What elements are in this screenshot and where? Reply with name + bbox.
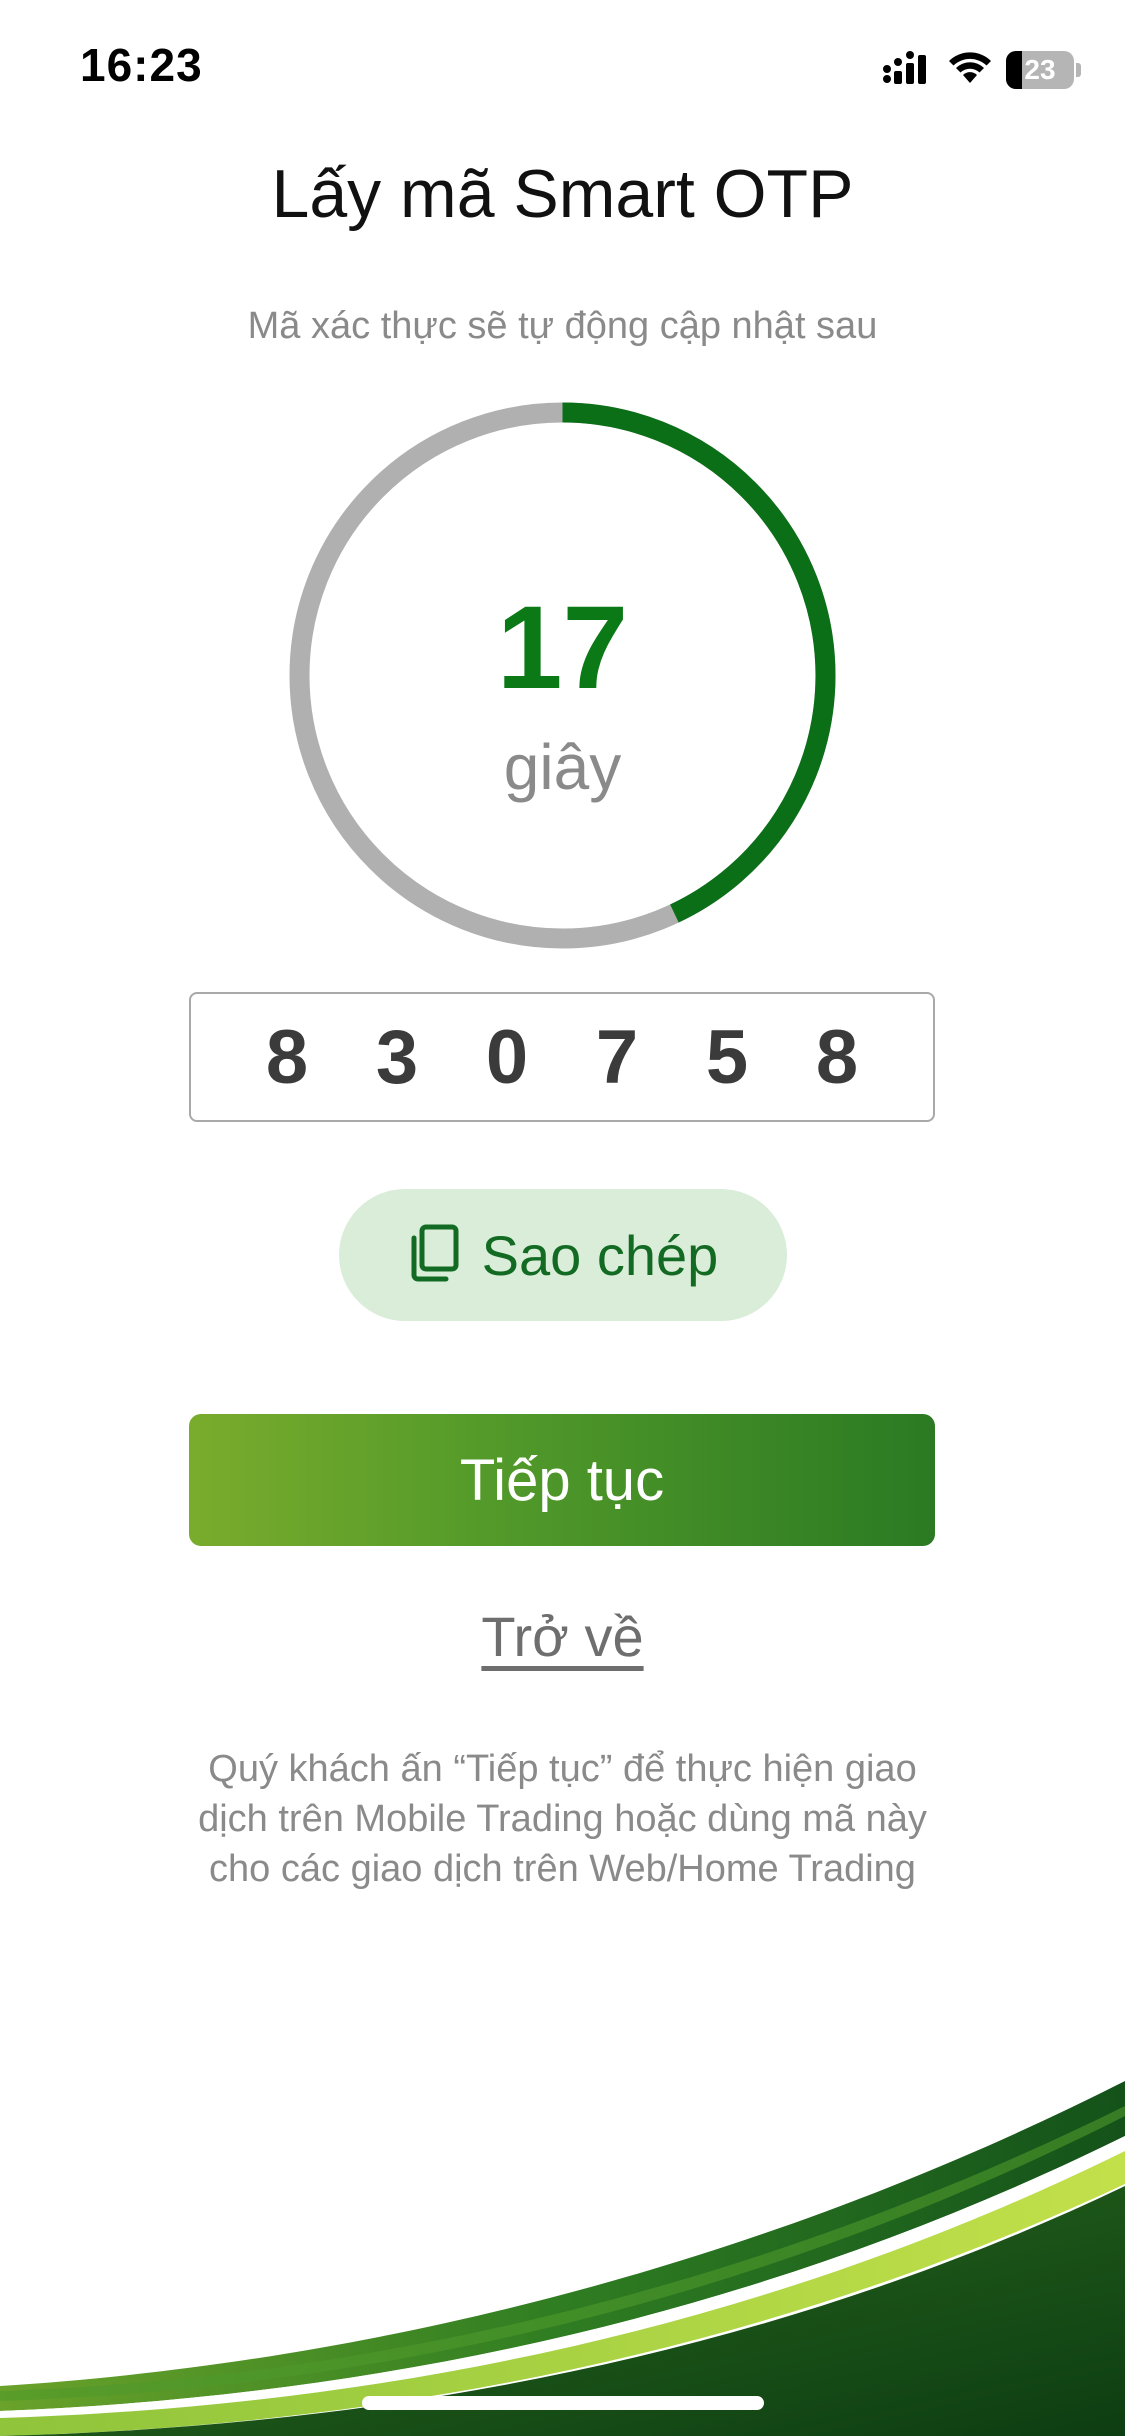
refresh-subtitle: Mã xác thực sẽ tự động cập nhật sau [247, 305, 878, 347]
continue-button-label: Tiếp tục [459, 1447, 665, 1513]
countdown-seconds: 17 [496, 582, 629, 714]
home-indicator[interactable] [362, 2396, 764, 2410]
instruction-text: Quý khách ấn “Tiếp tục” để thực hiện gia… [120, 1744, 1005, 1894]
copy-button[interactable]: Sao chép [339, 1189, 787, 1321]
otp-digit: 8 [815, 1014, 859, 1100]
otp-code: 8 3 0 7 5 8 [232, 1014, 892, 1101]
copy-icon [408, 1224, 460, 1287]
otp-digit: 7 [595, 1014, 639, 1100]
countdown-unit: giây [503, 731, 622, 803]
battery-icon: 23 [1006, 51, 1074, 89]
instruction-line: dịch trên Mobile Trading hoặc dùng mã nà… [198, 1798, 927, 1840]
wifi-icon [948, 51, 992, 90]
back-link[interactable]: Trở về [0, 1604, 1125, 1669]
otp-digit: 8 [265, 1014, 309, 1100]
otp-digit: 3 [375, 1014, 419, 1100]
otp-digit: 0 [485, 1014, 529, 1100]
status-time: 16:23 [80, 39, 203, 91]
continue-button[interactable]: Tiếp tục [189, 1414, 935, 1546]
smart-otp-screen: 16:23 23 Lấy mã Smart OTP Mã xác thực sẽ… [0, 0, 1125, 2436]
battery-cap [1076, 63, 1081, 77]
instruction-line: Quý khách ấn “Tiếp tục” để thực hiện gia… [208, 1748, 917, 1790]
otp-digit: 5 [705, 1014, 749, 1100]
otp-code-box: 8 3 0 7 5 8 [189, 992, 935, 1122]
copy-button-label: Sao chép [481, 1223, 719, 1287]
battery-level: 23 [1024, 54, 1056, 85]
page-title: Lấy mã Smart OTP [271, 156, 854, 232]
instruction-line: cho các giao dịch trên Web/Home Trading [209, 1848, 916, 1890]
signal-icon [882, 50, 934, 90]
countdown-ring: 17 giây [287, 400, 838, 951]
status-icons: 23 [882, 46, 1081, 94]
decorative-waves [0, 2081, 1125, 2436]
